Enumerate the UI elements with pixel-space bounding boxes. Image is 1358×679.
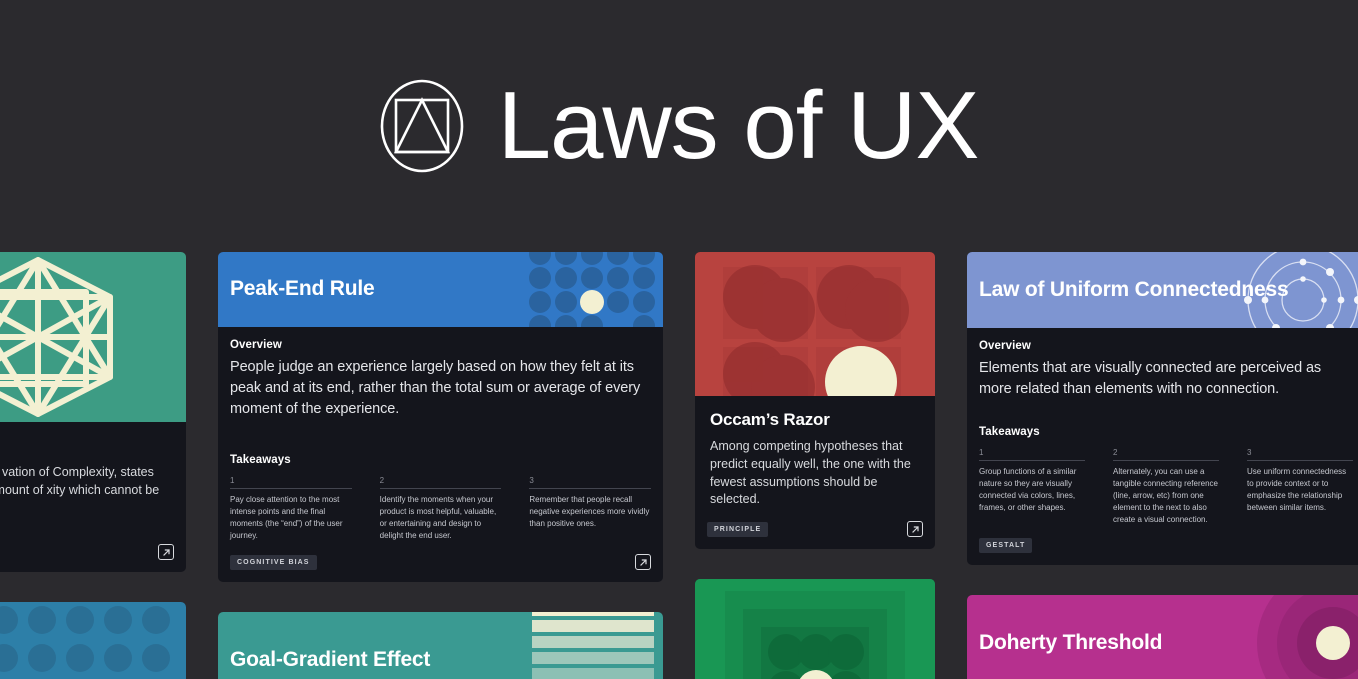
card-title: Occam’s Razor: [710, 410, 830, 429]
takeaway-number: 1: [230, 476, 352, 489]
grid-column-2: Peak-End Rule Overview People judge an e…: [218, 252, 663, 679]
stacked-progress-bars-icon: [532, 612, 654, 679]
overview-label: Overview: [979, 339, 1031, 352]
overview-text: Elements that are visually connected are…: [979, 359, 1322, 397]
takeaway-text: Use uniform connectedness to provide con…: [1247, 467, 1347, 512]
card-title: Goal-Gradient Effect: [230, 647, 431, 671]
takeaways-label: Takeaways: [230, 454, 291, 466]
card-doherty-threshold[interactable]: Doherty Threshold: [967, 595, 1358, 679]
category-tag: PRINCIPLE: [707, 521, 769, 537]
takeaway-number: 2: [379, 476, 502, 489]
grid-column-4: Law of Uniform Connectedness Overview El…: [967, 252, 1358, 679]
circle-square-triangle-logo-icon: [380, 78, 464, 174]
overview-text: People judge an experience largely based…: [230, 358, 641, 417]
card-footer: COGNITIVE BIAS: [218, 542, 663, 582]
category-tag: COGNITIVE BIAS: [230, 554, 317, 570]
card-law-of-common-region[interactable]: [695, 579, 935, 679]
takeaway-item: 1 Pay close attention to the most intens…: [230, 476, 352, 542]
takeaway-item: 2 Alternately, you can use a tangible co…: [1113, 448, 1219, 526]
takeaway-text: Pay close attention to the most intense …: [230, 495, 343, 540]
grid-column-1: r's Law Law, also known as The Law of va…: [0, 252, 186, 679]
takeaways-list: 1 Group functions of a similar nature so…: [979, 448, 1353, 526]
card-footer: PLE: [0, 532, 186, 572]
four-quadrant-overlapping-circles-icon: [723, 265, 909, 396]
card-title: Law of Uniform Connectedness: [979, 277, 1289, 301]
complex-polygon-graph-icon: [0, 257, 113, 417]
takeaway-item: 2 Identify the moments when your product…: [379, 476, 502, 542]
takeaway-item: 3 Remember that people recall negative e…: [529, 476, 651, 542]
takeaway-item: 1 Group functions of a similar nature so…: [979, 448, 1085, 526]
header-artwork: [1215, 595, 1358, 679]
laws-of-ux-page: Laws of UX vation of Complexity, states …: [0, 0, 1358, 679]
site-wordmark: Laws of UX: [497, 72, 980, 179]
card-grid: r's Law Law, also known as The Law of va…: [0, 252, 1358, 679]
external-link-icon[interactable]: [158, 544, 174, 560]
takeaway-number: 1: [979, 448, 1085, 461]
takeaway-item: 3 Use uniform connectedness to provide c…: [1247, 448, 1353, 526]
card-text: Occam’s Razor Among competing hypotheses…: [695, 396, 935, 509]
card-header: Doherty Threshold: [967, 595, 1358, 679]
card-teslers-law[interactable]: r's Law Law, also known as The Law of va…: [0, 252, 186, 572]
card-artwork: [0, 602, 186, 679]
takeaway-text: Identify the moments when your product i…: [379, 495, 497, 540]
dot-grid-with-chip-icon: [0, 606, 170, 672]
takeaway-number: 3: [529, 476, 651, 489]
card-artwork: [0, 252, 186, 422]
takeaway-number: 3: [1247, 448, 1353, 461]
external-link-icon[interactable]: [635, 554, 651, 570]
card-body: Overview Elements that are visually conn…: [967, 328, 1358, 526]
concentric-squares-dot-grid-icon: [695, 579, 935, 679]
external-link-icon[interactable]: [907, 521, 923, 537]
takeaway-text: Group functions of a similar nature so t…: [979, 467, 1077, 512]
dot-grid-with-highlight-icon: [529, 252, 655, 327]
card-law-of-pragnanz[interactable]: [0, 602, 186, 679]
card-title: Peak-End Rule: [230, 277, 375, 301]
card-description: Law, also known as The Law of vation of …: [0, 465, 160, 497]
takeaway-number: 2: [1113, 448, 1219, 461]
takeaway-text: Remember that people recall negative exp…: [529, 495, 650, 528]
takeaways-list: 1 Pay close attention to the most intens…: [230, 476, 651, 542]
card-law-of-uniform-connectedness[interactable]: Law of Uniform Connectedness Overview El…: [967, 252, 1358, 565]
card-footer: GESTALT: [967, 526, 1358, 565]
card-occams-razor[interactable]: Occam’s Razor Among competing hypotheses…: [695, 252, 935, 549]
takeaway-text: Alternately, you can use a tangible conn…: [1113, 467, 1218, 524]
card-title: Doherty Threshold: [979, 630, 1163, 654]
overview-label: Overview: [230, 338, 282, 351]
card-body: Overview People judge an experience larg…: [218, 327, 663, 542]
takeaways-label: Takeaways: [979, 426, 1040, 438]
header-artwork: [528, 612, 663, 679]
grid-column-3: Occam’s Razor Among competing hypotheses…: [695, 252, 935, 679]
card-header: Goal-Gradient Effect: [218, 612, 663, 679]
card-header: Peak-End Rule: [218, 252, 663, 327]
card-peak-end-rule[interactable]: Peak-End Rule Overview People judge an e…: [218, 252, 663, 582]
header-artwork: [528, 252, 663, 327]
card-artwork: [695, 252, 935, 396]
card-footer: PRINCIPLE: [695, 509, 935, 549]
card-goal-gradient-effect[interactable]: Goal-Gradient Effect: [218, 612, 663, 679]
card-artwork: [695, 579, 935, 679]
concentric-circles-target-icon: [1257, 595, 1358, 679]
card-description: Among competing hypotheses that predict …: [710, 439, 911, 507]
card-text: r's Law Law, also known as The Law of va…: [0, 422, 186, 517]
site-masthead: Laws of UX: [0, 0, 1358, 252]
category-tag: GESTALT: [979, 538, 1033, 553]
card-header: Law of Uniform Connectedness: [967, 252, 1358, 328]
card-title: r's Law: [0, 436, 171, 456]
